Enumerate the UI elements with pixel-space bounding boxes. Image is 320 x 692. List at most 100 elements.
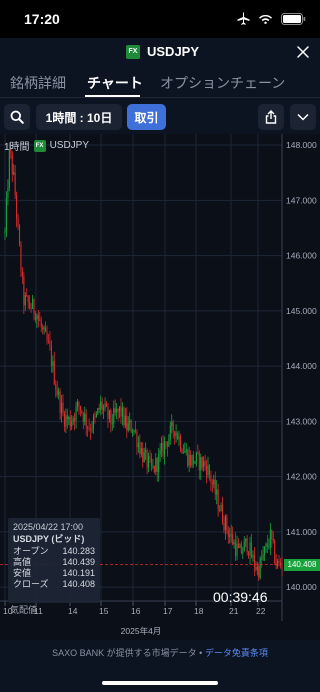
candle-body: [129, 420, 131, 424]
candle-body: [165, 441, 167, 443]
candle-body: [174, 431, 176, 437]
chart-symbol: USDJPY: [49, 140, 90, 151]
candle-body: [226, 516, 228, 530]
candle-body: [119, 406, 121, 412]
candle-body: [200, 457, 202, 471]
price-chart[interactable]: 148.000 147.000 146.000 145.000 144.000 143.0…: [0, 134, 320, 640]
tab-chart[interactable]: チャート: [87, 73, 143, 93]
candle-body: [45, 327, 47, 332]
candle-body: [264, 547, 266, 555]
candle-body: [171, 422, 173, 426]
ohlc-tooltip: 2025/04/22 17:00 USDJPY (ビッド) オープン 140.28…: [8, 518, 100, 603]
candle-body: [221, 504, 224, 524]
candle-body: [107, 406, 109, 419]
candle-body: [100, 401, 102, 410]
chevron-down-icon: [297, 113, 309, 121]
active-tab-indicator: [85, 95, 140, 97]
x-tick-label: 17: [163, 606, 173, 616]
y-tick-label: 145.000: [286, 306, 317, 316]
candle-body: [134, 430, 137, 432]
candle-body: [224, 516, 226, 531]
candle-body: [250, 542, 253, 558]
candle-body: [130, 420, 132, 433]
data-disclaimer-link[interactable]: データ免責条項: [205, 648, 268, 658]
candle-body: [23, 276, 25, 306]
candle-body: [120, 406, 122, 417]
candle-body: [40, 321, 42, 327]
candle-body: [239, 544, 241, 549]
share-button[interactable]: [258, 104, 284, 130]
tab-bar: 銘柄詳細 チャート オプションチェーン: [0, 68, 320, 98]
candle-body: [121, 407, 123, 417]
candle-body: [91, 428, 93, 431]
y-tick-label: 144.000: [286, 361, 317, 371]
candle-body: [182, 452, 184, 454]
candle-body: [249, 542, 251, 556]
candle-body: [139, 442, 141, 455]
candle-body: [261, 558, 263, 560]
candle-body: [213, 479, 215, 485]
candle-body: [156, 458, 158, 472]
candle-body: [140, 448, 142, 455]
more-options-button[interactable]: [290, 104, 316, 130]
ohlc-date: 2025/04/22 17:00: [13, 522, 84, 532]
candle-body: [69, 416, 71, 427]
candle-body: [235, 541, 237, 556]
close-icon[interactable]: [294, 43, 312, 61]
candle-body: [18, 225, 21, 245]
candle-body: [13, 172, 15, 175]
candle-body: [236, 543, 238, 556]
candle-body: [16, 195, 18, 219]
y-tick-label: 146.000: [286, 251, 317, 261]
tab-instrument-details[interactable]: 銘柄詳細: [10, 73, 66, 93]
candle-body: [81, 410, 83, 413]
candle-body: [230, 534, 232, 535]
candle-body: [111, 423, 113, 425]
candle-body: [248, 552, 250, 556]
candle-body: [242, 551, 244, 554]
candle-body: [17, 218, 19, 226]
candle-body: [278, 560, 280, 563]
chart-timeframe: 1時間: [4, 142, 30, 153]
candle-body: [265, 543, 267, 548]
candle-body: [184, 451, 186, 453]
candle-body: [34, 313, 36, 320]
candle-body: [169, 425, 171, 439]
candle-body: [36, 315, 38, 320]
candle-body: [210, 475, 212, 484]
candle-body: [50, 345, 52, 366]
candle-body: [79, 405, 81, 411]
candle-body: [219, 509, 221, 511]
candle-body: [178, 436, 180, 440]
candle-body: [85, 413, 87, 427]
trade-button[interactable]: 取引: [127, 104, 166, 130]
candle-body: [240, 544, 242, 554]
candle-body: [246, 538, 248, 553]
timeframe-selector[interactable]: 1時間 : 10日: [36, 104, 122, 130]
candle-body: [162, 442, 164, 456]
candle-body: [153, 466, 155, 473]
candle-body: [65, 415, 67, 427]
candle-body: [148, 456, 150, 468]
candle-body: [181, 449, 183, 453]
candle-body: [168, 438, 170, 447]
candle-body: [204, 461, 206, 466]
candle-body: [253, 554, 255, 567]
fx-badge: FX: [126, 44, 140, 59]
candle-body: [20, 244, 22, 272]
candle-body: [187, 449, 189, 466]
candle-body: [78, 402, 80, 406]
candle-body: [5, 198, 7, 231]
search-button[interactable]: [4, 104, 30, 130]
home-indicator: [102, 681, 218, 685]
candle-body: [163, 441, 166, 456]
candle-body: [201, 457, 203, 468]
y-tick-label: 141.000: [286, 527, 317, 537]
candle-body: [232, 534, 234, 545]
candle-body: [105, 403, 108, 407]
candle-body: [126, 415, 128, 431]
candle-body: [72, 418, 74, 422]
sheet-header: FX USDJPY: [0, 38, 320, 66]
tab-option-chain[interactable]: オプションチェーン: [160, 73, 285, 93]
candle-body: [90, 429, 92, 431]
